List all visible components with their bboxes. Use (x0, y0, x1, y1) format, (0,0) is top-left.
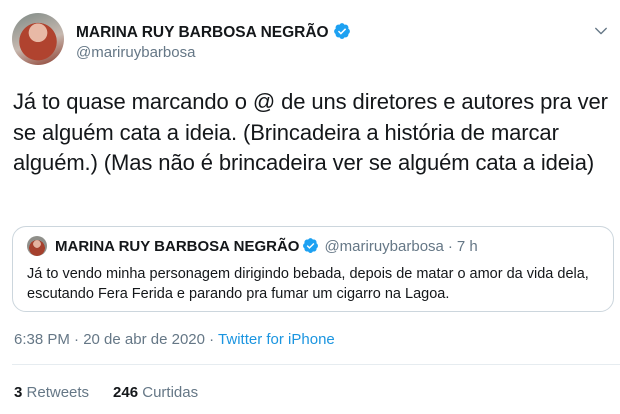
avatar[interactable] (12, 13, 64, 65)
quoted-text: Já to vendo minha personagem dirigindo b… (27, 266, 589, 302)
quoted-time: 7 h (456, 238, 478, 255)
retweets-stat[interactable]: 3 Retweets (14, 384, 89, 401)
retweets-label: Retweets (26, 384, 90, 401)
quoted-header: MARINA RUY BARBOSA NEGRÃO @mariruybarbosa… (55, 237, 478, 255)
author-handle[interactable]: @mariruybarbosa (76, 44, 195, 61)
likes-count: 246 (113, 384, 139, 401)
tweet-meta: 6:38 PM · 20 de abr de 2020 · Twitter fo… (14, 331, 335, 348)
verified-badge-icon (333, 23, 350, 39)
tweet-source-link[interactable]: Twitter for iPhone (218, 331, 335, 348)
author-name[interactable]: MARINA RUY BARBOSA NEGRÃO (76, 24, 329, 41)
tweet-stats: 3 Retweets 246 Curtidas (14, 384, 198, 401)
divider (12, 364, 620, 365)
retweets-count: 3 (14, 384, 23, 401)
likes-stat[interactable]: 246 Curtidas (113, 384, 198, 401)
quoted-author-name: MARINA RUY BARBOSA NEGRÃO (55, 238, 300, 255)
quoted-tweet[interactable]: MARINA RUY BARBOSA NEGRÃO @mariruybarbosa… (12, 226, 614, 312)
tweet-timestamp[interactable]: 6:38 PM · 20 de abr de 2020 · (14, 331, 218, 348)
quoted-author-handle: @mariruybarbosa (324, 238, 444, 255)
tweet-text: Já to quase marcando o @ de uns diretore… (13, 89, 608, 175)
likes-label: Curtidas (142, 384, 199, 401)
verified-badge-icon (303, 238, 319, 253)
chevron-down-icon[interactable] (592, 22, 610, 40)
quoted-separator: · (447, 238, 453, 255)
author-name-row[interactable]: MARINA RUY BARBOSA NEGRÃO (76, 22, 351, 42)
quoted-avatar (27, 236, 47, 256)
